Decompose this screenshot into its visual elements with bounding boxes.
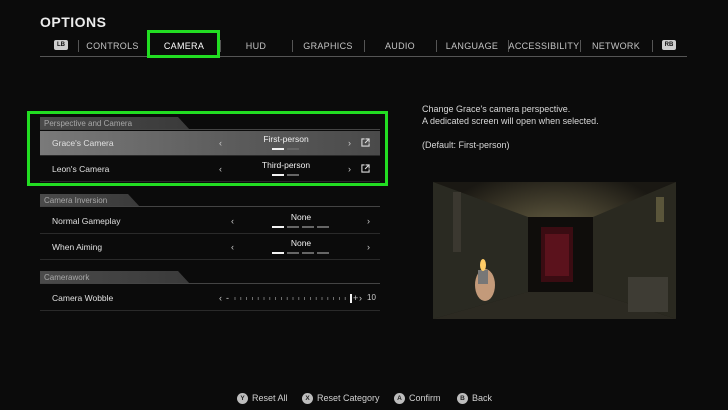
tab-language[interactable]: LANGUAGE [436,36,508,56]
footer-reset-category[interactable]: X Reset Category [302,392,380,405]
setting-label: Camera Wobble [52,293,114,303]
right-bumper-icon[interactable]: RB [662,40,676,50]
description-line-2: A dedicated screen will open when select… [422,116,599,126]
section-divider [40,283,380,284]
option-pip [272,226,284,228]
b-button-icon: B [457,393,468,405]
slider-minus-label: - [226,293,229,303]
section-header-camerawork: Camerawork [40,271,380,284]
setting-label: Normal Gameplay [52,216,121,226]
y-button-icon: Y [237,393,248,405]
setting-row-normal-gameplay[interactable]: Normal Gameplay ‹ None › [40,209,380,234]
option-pip [317,226,329,228]
footer-label: Back [472,393,493,403]
tab-accessibility[interactable]: ACCESSIBILITY [508,36,580,56]
footer-confirm[interactable]: A Confirm [394,392,441,405]
arrow-left-icon[interactable]: ‹ [231,235,234,259]
arrow-left-icon[interactable]: ‹ [219,286,222,310]
corridor-preview-graphic [433,182,676,319]
slider-plus-label: + [353,293,359,303]
footer-reset-all[interactable]: Y Reset All [237,392,288,405]
tab-bar: LB CONTROLS CAMERA HUD GRAPHICS AUDIO LA… [40,36,687,57]
arrow-right-icon[interactable]: › [367,235,370,259]
option-pip [287,252,299,254]
slider-knob[interactable] [350,294,352,303]
option-pip [272,252,284,254]
perspective-section-highlight [27,111,388,186]
arrow-right-icon[interactable]: › [359,286,362,310]
footer-back[interactable]: B Back [457,392,493,405]
left-bumper-icon[interactable]: LB [54,40,68,50]
wobble-slider[interactable] [233,294,353,303]
option-pip [302,226,314,228]
option-indicator [272,226,332,228]
tab-controls[interactable]: CONTROLS [78,36,147,56]
tab-camera-highlight [147,30,220,58]
setting-row-camera-wobble[interactable]: Camera Wobble ‹ - + › 10 [40,286,380,311]
tab-hud[interactable]: HUD [220,36,292,56]
setting-label: When Aiming [52,242,103,252]
setting-row-when-aiming[interactable]: When Aiming ‹ None › [40,235,380,260]
arrow-right-icon[interactable]: › [367,209,370,233]
setting-value: None [290,238,312,248]
tab-audio[interactable]: AUDIO [364,36,436,56]
section-divider [40,206,380,207]
tab-graphics[interactable]: GRAPHICS [292,36,364,56]
option-indicator [272,252,332,254]
section-header-inversion: Camera Inversion [40,194,380,207]
option-pip [302,252,314,254]
setting-value: None [290,212,312,222]
option-pip [317,252,329,254]
slider-value: 10 [367,293,376,302]
description-line-1: Change Grace's camera perspective. [422,104,571,114]
tab-network[interactable]: NETWORK [580,36,652,56]
page-title: OPTIONS [40,14,107,30]
option-pip [287,226,299,228]
x-button-icon: X [302,393,313,405]
footer-label: Reset All [252,393,288,403]
preview-image [433,182,676,319]
footer-label: Confirm [409,393,441,403]
a-button-icon: A [394,393,405,405]
arrow-left-icon[interactable]: ‹ [231,209,234,233]
description-default: (Default: First-person) [422,140,510,150]
footer-label: Reset Category [317,393,380,403]
tab-divider [652,40,653,52]
